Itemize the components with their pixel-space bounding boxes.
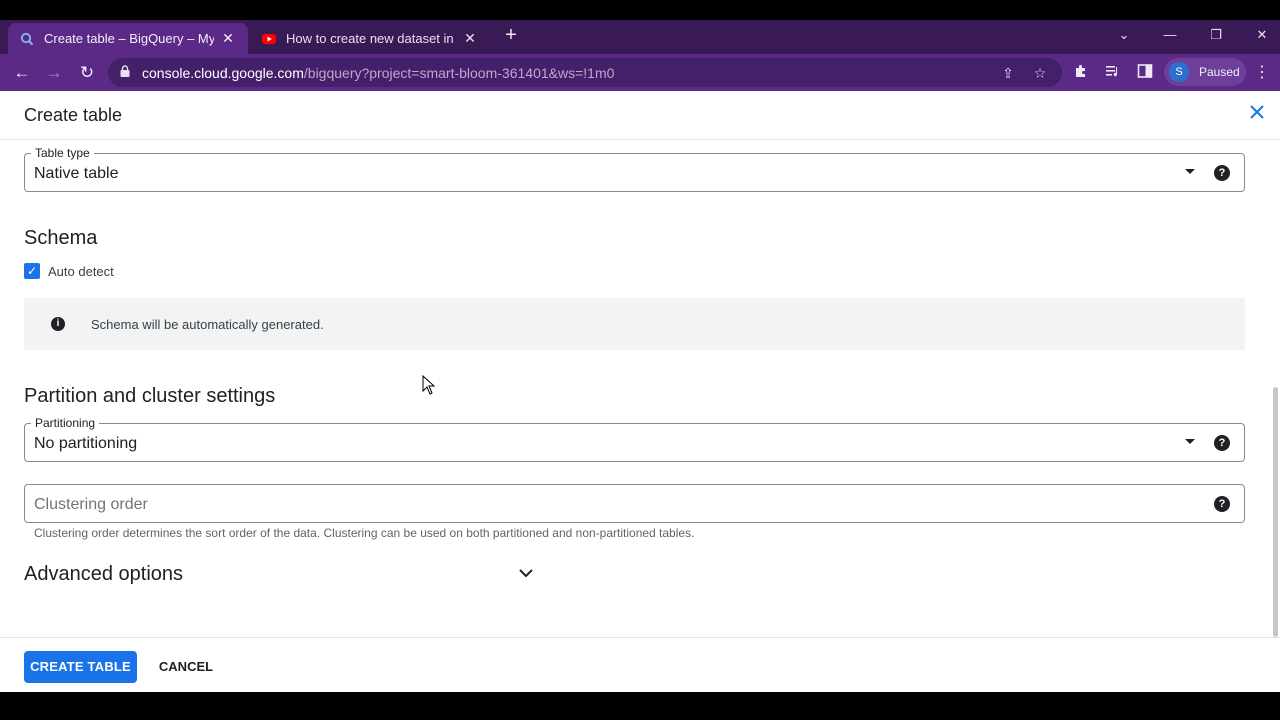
bottom-black-band — [0, 692, 1280, 720]
create-table-panel: Create table Table type Native table ? S… — [0, 91, 1280, 692]
cancel-button[interactable]: CANCEL — [152, 651, 220, 683]
help-icon[interactable]: ? — [1214, 435, 1230, 451]
table-type-label: Table type — [31, 147, 94, 159]
address-bar[interactable]: console.cloud.google.com/bigquery?projec… — [108, 58, 1062, 87]
partition-heading: Partition and cluster settings — [24, 385, 276, 407]
tab-youtube[interactable]: How to create new dataset in Go ✕ — [250, 23, 490, 54]
back-arrow-icon[interactable]: ← — [11, 62, 33, 84]
tab-close-icon[interactable]: ✕ — [462, 30, 478, 47]
clustering-hint: Clustering order determines the sort ord… — [34, 526, 695, 540]
panel-footer: CREATE TABLE CANCEL — [0, 637, 1280, 692]
panel-header: Create table — [0, 91, 1280, 140]
dropdown-arrow-icon[interactable] — [1185, 169, 1195, 174]
tab-close-icon[interactable]: ✕ — [220, 30, 236, 47]
advanced-options-heading[interactable]: Advanced options — [24, 563, 183, 586]
help-icon[interactable]: ? — [1214, 496, 1230, 512]
scrollbar[interactable] — [1273, 387, 1278, 637]
table-type-select[interactable]: Table type Native table ? — [24, 147, 1245, 192]
auto-detect-checkbox[interactable]: ✓ — [24, 263, 40, 279]
side-panel-icon[interactable] — [1135, 63, 1155, 83]
top-black-band — [0, 0, 1280, 20]
bigquery-icon — [20, 32, 34, 46]
profile-button[interactable]: S Paused — [1164, 58, 1246, 86]
table-type-value: Native table — [34, 165, 119, 182]
tab-search-chevron-icon[interactable]: ⌄ — [1112, 24, 1136, 46]
forward-arrow-icon[interactable]: → — [43, 62, 65, 84]
create-table-button[interactable]: CREATE TABLE — [24, 651, 137, 683]
youtube-icon — [262, 32, 276, 46]
browser-menu-icon[interactable]: ⋮ — [1254, 63, 1270, 83]
info-icon: i — [51, 317, 65, 331]
url-text: console.cloud.google.com/bigquery?projec… — [142, 64, 615, 81]
help-icon[interactable]: ? — [1214, 165, 1230, 181]
auto-detect-label: Auto detect — [48, 263, 114, 279]
tab-title: How to create new dataset in Go — [286, 31, 456, 46]
page-title: Create table — [24, 105, 123, 125]
partitioning-label: Partitioning — [31, 417, 100, 429]
extensions-puzzle-icon[interactable] — [1071, 63, 1091, 83]
bookmark-star-icon[interactable]: ☆ — [1030, 63, 1050, 83]
clustering-order-placeholder: Clustering order — [34, 496, 148, 513]
schema-heading: Schema — [24, 227, 98, 249]
schema-info-text: Schema will be automatically generated. — [91, 317, 324, 332]
window-close-icon[interactable]: ✕ — [1250, 24, 1274, 46]
profile-status: Paused — [1199, 65, 1240, 79]
mouse-cursor-icon — [422, 374, 436, 395]
share-icon[interactable]: ⇪ — [998, 63, 1018, 83]
new-tab-plus-icon[interactable]: + — [500, 25, 522, 47]
tab-bigquery[interactable]: Create table – BigQuery – My First ✕ — [8, 23, 248, 54]
dropdown-arrow-icon[interactable] — [1185, 439, 1195, 444]
chevron-down-icon[interactable] — [516, 563, 536, 583]
schema-info-banner: i Schema will be automatically generated… — [24, 298, 1245, 350]
partitioning-value: No partitioning — [34, 435, 138, 452]
tab-title: Create table – BigQuery – My First — [44, 31, 214, 46]
lock-icon[interactable] — [120, 65, 134, 80]
avatar: S — [1169, 62, 1189, 82]
close-icon[interactable] — [1246, 103, 1268, 125]
restore-icon[interactable]: ❐ — [1204, 24, 1228, 46]
minimize-icon[interactable]: — — [1158, 24, 1182, 46]
partitioning-select[interactable]: Partitioning No partitioning ? — [24, 417, 1245, 462]
auto-detect-row: ✓ Auto detect — [24, 263, 114, 279]
media-queue-icon[interactable] — [1103, 63, 1123, 83]
reload-icon[interactable]: ↻ — [76, 62, 98, 84]
browser-toolbar: ← → ↻ console.cloud.google.com/bigquery?… — [0, 54, 1280, 91]
browser-tab-strip: Create table – BigQuery – My First ✕ How… — [0, 20, 1280, 54]
clustering-order-input[interactable]: Clustering order ? — [24, 484, 1245, 523]
